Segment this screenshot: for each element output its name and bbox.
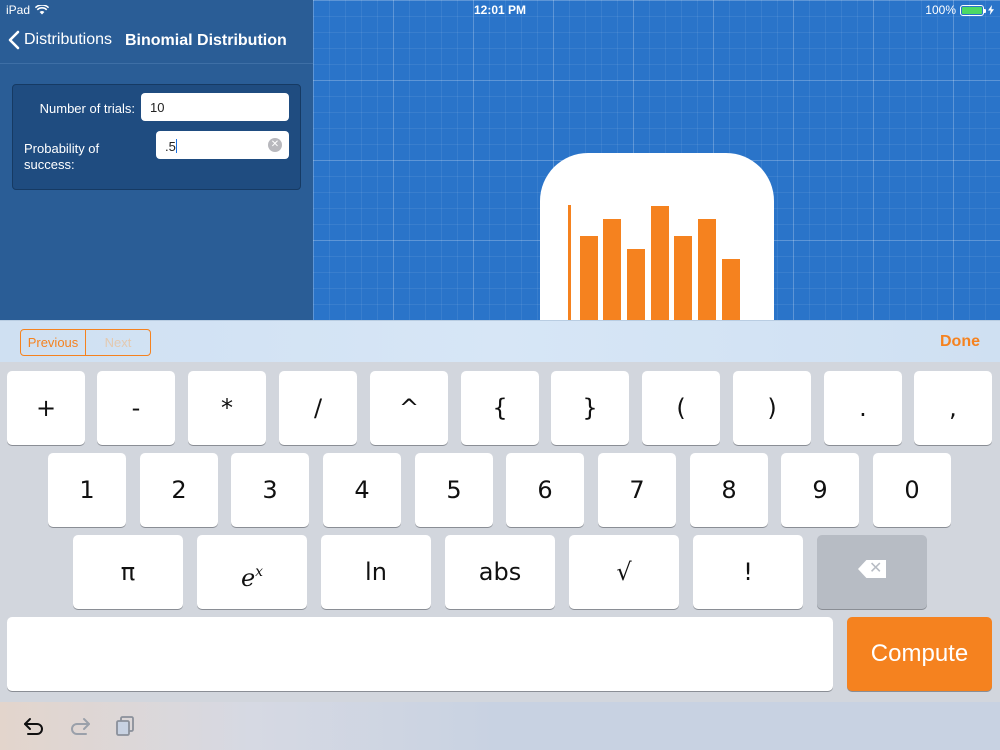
nav-bar: Distributions Binomial Distribution bbox=[0, 20, 313, 64]
probability-input[interactable]: .5 ✕ bbox=[156, 131, 289, 159]
trials-value: 10 bbox=[150, 100, 165, 115]
icon-bar bbox=[674, 236, 692, 326]
key-exp[interactable]: ex bbox=[197, 535, 307, 609]
page-title: Binomial Distribution bbox=[125, 32, 287, 49]
key-1[interactable]: 1 bbox=[48, 453, 126, 527]
key-ln[interactable]: ln bbox=[321, 535, 431, 609]
key-5[interactable]: 5 bbox=[415, 453, 493, 527]
icon-bar bbox=[698, 219, 716, 326]
key-close-paren[interactable]: ) bbox=[733, 371, 811, 445]
probability-value: .5 bbox=[165, 139, 176, 154]
charging-icon bbox=[988, 5, 994, 15]
next-button[interactable]: Next bbox=[86, 330, 150, 355]
copy-icon[interactable] bbox=[113, 714, 137, 738]
key-7[interactable]: 7 bbox=[598, 453, 676, 527]
clear-text-icon[interactable]: ✕ bbox=[268, 138, 282, 152]
key-factorial[interactable]: ! bbox=[693, 535, 803, 609]
math-keyboard: + - * / ^ { } ( ) . , 1 2 3 4 5 6 7 8 9 … bbox=[0, 362, 1000, 702]
key-open-brace[interactable]: { bbox=[461, 371, 539, 445]
icon-bar bbox=[627, 249, 645, 326]
previous-button[interactable]: Previous bbox=[21, 330, 86, 355]
key-plus[interactable]: + bbox=[7, 371, 85, 445]
probability-label: Probability of success: bbox=[24, 141, 100, 172]
key-open-paren[interactable]: ( bbox=[642, 371, 720, 445]
key-period[interactable]: . bbox=[824, 371, 902, 445]
battery-percent: 100% bbox=[925, 3, 956, 17]
parameters-form: Number of trials: 10 Probability of succ… bbox=[12, 84, 301, 190]
key-0[interactable]: 0 bbox=[873, 453, 951, 527]
redo-icon[interactable] bbox=[68, 714, 92, 738]
backspace-icon: ✕ bbox=[858, 560, 886, 578]
trials-input[interactable]: 10 bbox=[141, 93, 289, 121]
key-sqrt[interactable]: √ bbox=[569, 535, 679, 609]
text-caret bbox=[175, 139, 177, 153]
icon-bar bbox=[580, 236, 598, 326]
icon-bar bbox=[603, 219, 621, 326]
status-bar: iPad 12:01 PM 100% bbox=[0, 0, 1000, 20]
keyboard-accessory-bar: Previous Next Done bbox=[0, 320, 1000, 362]
icon-axis bbox=[568, 205, 571, 325]
done-button[interactable]: Done bbox=[940, 333, 980, 351]
key-caret[interactable]: ^ bbox=[370, 371, 448, 445]
back-label: Distributions bbox=[24, 31, 113, 48]
bottom-toolbar bbox=[0, 702, 1000, 750]
status-time: 12:01 PM bbox=[473, 3, 527, 17]
key-2[interactable]: 2 bbox=[140, 453, 218, 527]
compute-button[interactable]: Compute bbox=[847, 617, 992, 691]
chevron-left-icon bbox=[8, 30, 20, 50]
battery-icon bbox=[960, 4, 986, 16]
undo-icon[interactable] bbox=[22, 714, 46, 738]
prev-next-control: Previous Next bbox=[20, 329, 151, 356]
key-backspace[interactable]: ✕ bbox=[817, 535, 927, 609]
expression-input[interactable] bbox=[7, 617, 833, 691]
key-abs[interactable]: abs bbox=[445, 535, 555, 609]
key-comma[interactable]: , bbox=[914, 371, 992, 445]
icon-bar bbox=[722, 259, 740, 326]
key-9[interactable]: 9 bbox=[781, 453, 859, 527]
key-8[interactable]: 8 bbox=[690, 453, 768, 527]
key-6[interactable]: 6 bbox=[506, 453, 584, 527]
key-divide[interactable]: / bbox=[279, 371, 357, 445]
trials-label: Number of trials: bbox=[39, 101, 135, 116]
key-minus[interactable]: - bbox=[97, 371, 175, 445]
key-multiply[interactable]: * bbox=[188, 371, 266, 445]
icon-bar bbox=[651, 206, 669, 326]
key-4[interactable]: 4 bbox=[323, 453, 401, 527]
back-button[interactable]: Distributions bbox=[8, 30, 112, 50]
key-3[interactable]: 3 bbox=[231, 453, 309, 527]
key-close-brace[interactable]: } bbox=[551, 371, 629, 445]
key-pi[interactable]: π bbox=[73, 535, 183, 609]
side-panel: Distributions Binomial Distribution Numb… bbox=[0, 0, 313, 320]
